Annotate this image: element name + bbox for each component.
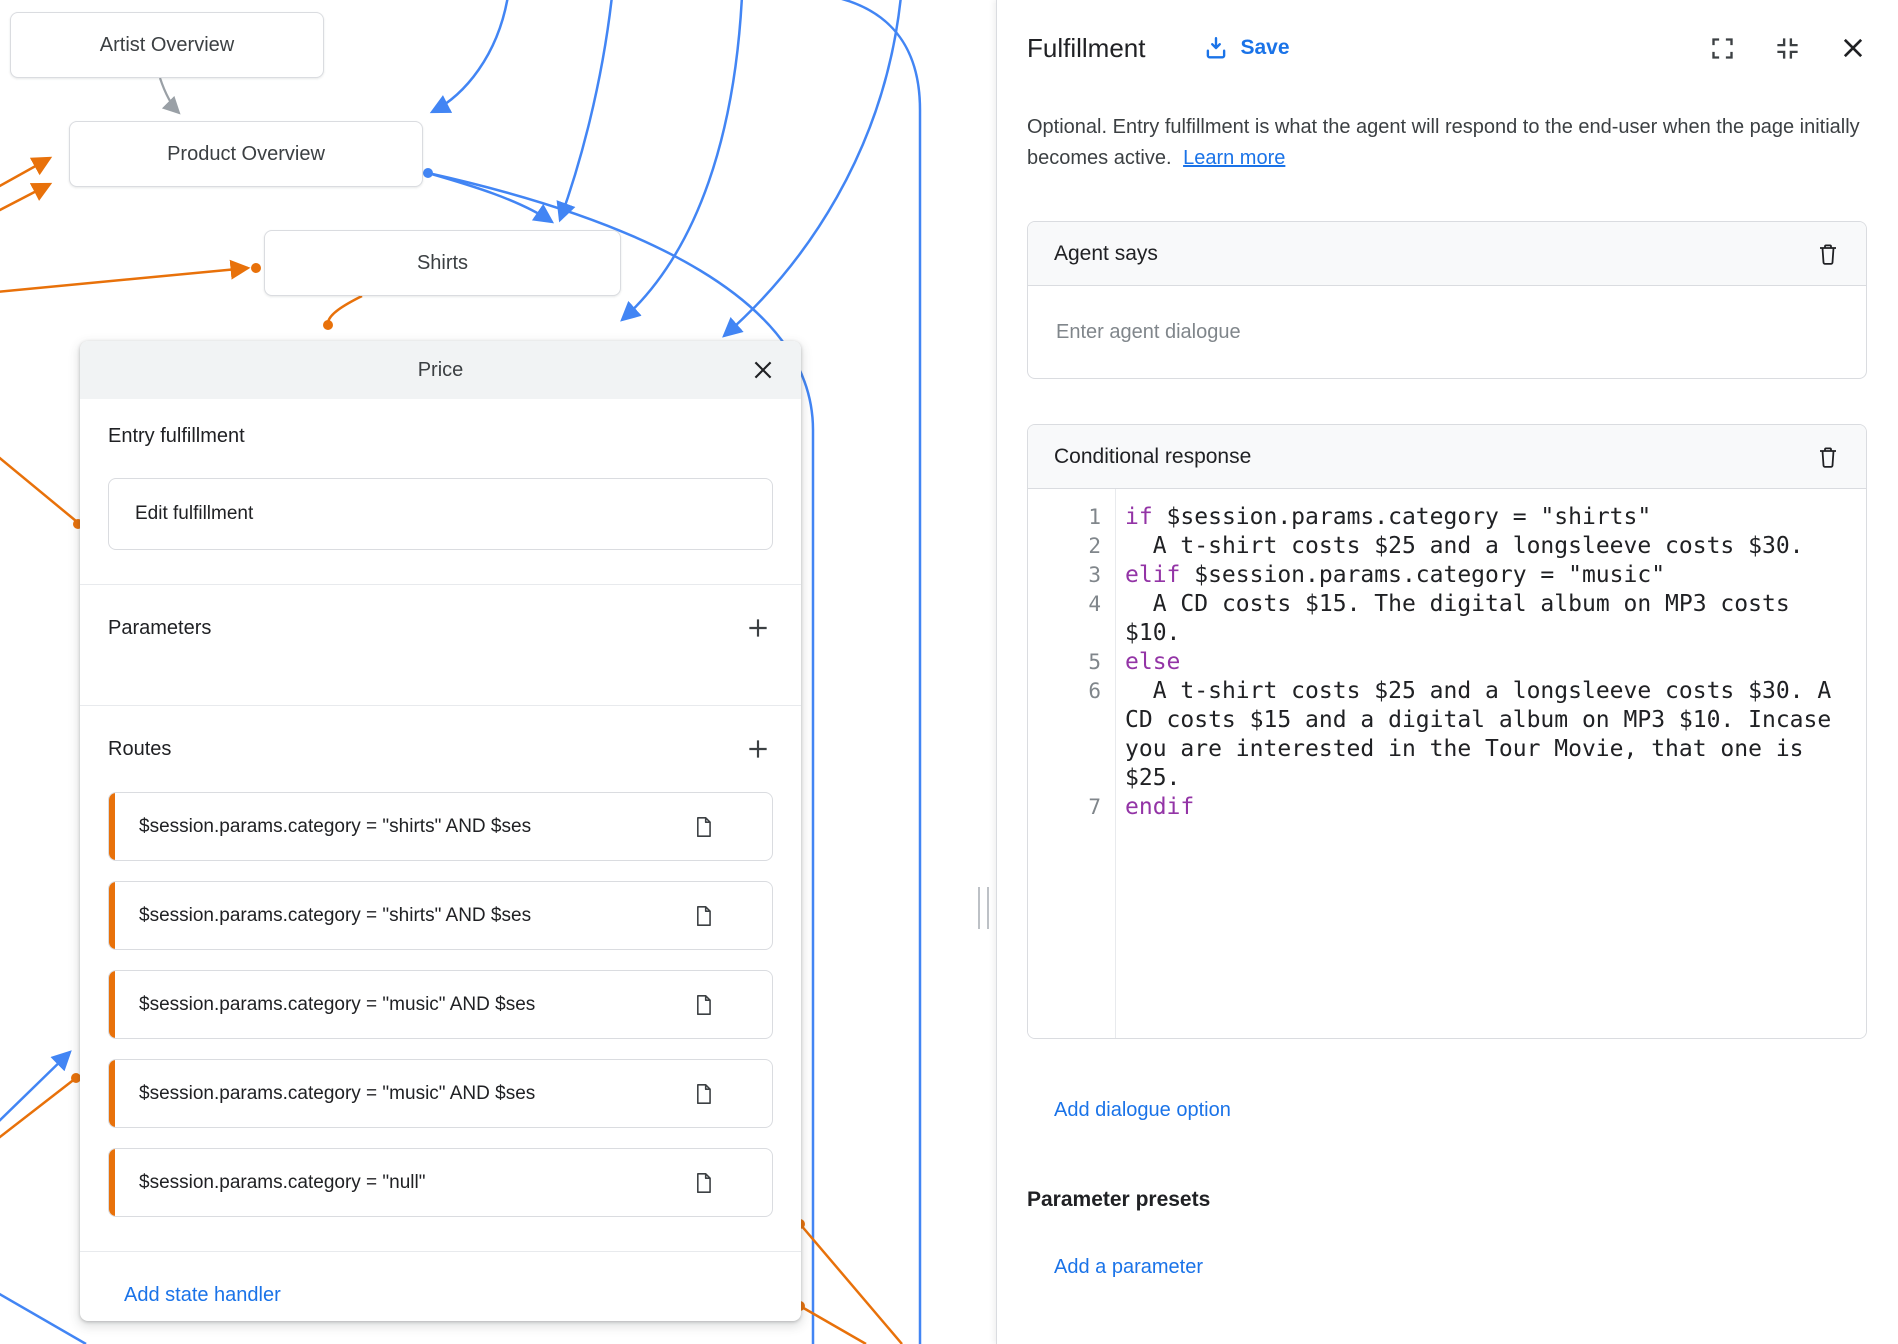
panel-description: Optional. Entry fulfillment is what the … <box>1027 112 1867 174</box>
route-item[interactable]: $session.params.category = "shirts" AND … <box>108 881 773 950</box>
agent-says-title: Agent says <box>1054 242 1158 266</box>
code-text: A CD costs $15. The digital album on MP3… <box>1115 590 1866 648</box>
expand-icon[interactable] <box>1709 35 1736 62</box>
agent-dialogue-input[interactable] <box>1054 320 1840 345</box>
parameter-presets-heading: Parameter presets <box>1027 1188 1867 1212</box>
flow-node-artist-overview[interactable]: Artist Overview <box>10 12 324 78</box>
node-label: Shirts <box>417 252 468 275</box>
route-list: $session.params.category = "shirts" AND … <box>108 792 773 1217</box>
code-line[interactable]: 5else <box>1028 648 1866 677</box>
code-line[interactable]: 3elif $session.params.category = "music" <box>1028 561 1866 590</box>
code-line[interactable]: 1if $session.params.category = "shirts" <box>1028 503 1866 532</box>
delete-agent-says-icon[interactable] <box>1816 241 1840 267</box>
entry-fulfillment-label: Entry fulfillment <box>108 425 773 448</box>
flow-canvas[interactable]: Artist Overview Product Overview Shirts … <box>0 0 996 1344</box>
route-condition: $session.params.category = "music" AND $… <box>139 1083 535 1105</box>
code-text: endif <box>1115 793 1866 822</box>
fulfillment-panel: Fulfillment Save Optional. Entr <box>996 0 1898 1344</box>
page-icon[interactable] <box>693 1082 714 1106</box>
code-text: elif $session.params.category = "music" <box>1115 561 1866 590</box>
divider <box>80 1251 801 1252</box>
route-item[interactable]: $session.params.category = "music" AND $… <box>108 970 773 1039</box>
save-button[interactable]: Save <box>1203 35 1289 61</box>
delete-conditional-response-icon[interactable] <box>1816 444 1840 470</box>
add-route-plus-icon[interactable] <box>743 734 773 764</box>
panel-title: Fulfillment <box>1027 33 1145 64</box>
gutter-divider <box>1115 489 1116 1039</box>
learn-more-link[interactable]: Learn more <box>1183 147 1285 169</box>
route-condition: $session.params.category = "shirts" AND … <box>139 816 531 838</box>
line-number: 2 <box>1028 532 1115 561</box>
add-parameter-plus-icon[interactable] <box>743 613 773 643</box>
code-text: else <box>1115 648 1866 677</box>
code-text: A t-shirt costs $25 and a longsleeve cos… <box>1115 532 1866 561</box>
collapse-icon[interactable] <box>1774 35 1801 62</box>
code-line[interactable]: 2 A t-shirt costs $25 and a longsleeve c… <box>1028 532 1866 561</box>
add-a-parameter-link[interactable]: Add a parameter <box>1054 1256 1203 1279</box>
close-icon[interactable] <box>747 354 779 386</box>
close-panel-icon[interactable] <box>1839 34 1867 62</box>
conditional-response-card: Conditional response 1if $session.params… <box>1027 424 1867 1039</box>
parameters-label: Parameters <box>108 617 211 640</box>
add-dialogue-option-link[interactable]: Add dialogue option <box>1054 1099 1231 1122</box>
code-line[interactable]: 4 A CD costs $15. The digital album on M… <box>1028 590 1866 648</box>
fulfillment-panel-header: Fulfillment Save <box>1027 0 1867 96</box>
code-line[interactable]: 7endif <box>1028 793 1866 822</box>
page-icon[interactable] <box>693 904 714 928</box>
node-label: Product Overview <box>167 143 325 166</box>
save-icon <box>1203 35 1229 61</box>
line-number: 3 <box>1028 561 1115 590</box>
code-text: if $session.params.category = "shirts" <box>1115 503 1866 532</box>
route-condition: $session.params.category = "music" AND $… <box>139 994 535 1016</box>
agent-says-card: Agent says <box>1027 221 1867 379</box>
price-card-title: Price <box>418 359 464 382</box>
route-item[interactable]: $session.params.category = "shirts" AND … <box>108 792 773 861</box>
save-label: Save <box>1240 36 1289 60</box>
route-condition: $session.params.category = "null" <box>139 1172 426 1194</box>
description-text: Optional. Entry fulfillment is what the … <box>1027 116 1860 169</box>
line-number: 4 <box>1028 590 1115 648</box>
code-text: A t-shirt costs $25 and a longsleeve cos… <box>1115 677 1866 793</box>
add-state-handler-link[interactable]: Add state handler <box>124 1284 281 1307</box>
price-card-header: Price <box>80 341 801 399</box>
edit-fulfillment-button[interactable]: Edit fulfillment <box>108 478 773 550</box>
flow-node-shirts[interactable]: Shirts <box>264 230 621 296</box>
node-label: Artist Overview <box>100 34 234 57</box>
code-editor[interactable]: 1if $session.params.category = "shirts"2… <box>1028 489 1866 1039</box>
line-number: 1 <box>1028 503 1115 532</box>
route-item[interactable]: $session.params.category = "music" AND $… <box>108 1059 773 1128</box>
edit-fulfillment-label: Edit fulfillment <box>135 503 253 525</box>
pane-resize-handle[interactable] <box>978 887 989 929</box>
dialogflow-page-editor: Artist Overview Product Overview Shirts … <box>0 0 1898 1344</box>
page-icon[interactable] <box>693 993 714 1017</box>
code-line[interactable]: 6 A t-shirt costs $25 and a longsleeve c… <box>1028 677 1866 793</box>
route-condition: $session.params.category = "shirts" AND … <box>139 905 531 927</box>
flow-node-product-overview[interactable]: Product Overview <box>69 121 423 187</box>
conditional-response-title: Conditional response <box>1054 445 1251 469</box>
line-number: 7 <box>1028 793 1115 822</box>
page-icon[interactable] <box>693 815 714 839</box>
routes-label: Routes <box>108 738 171 761</box>
line-number: 5 <box>1028 648 1115 677</box>
price-page-card: Price Entry fulfillment Edit fulfillment… <box>80 341 801 1321</box>
line-number: 6 <box>1028 677 1115 793</box>
page-icon[interactable] <box>693 1171 714 1195</box>
route-item[interactable]: $session.params.category = "null" <box>108 1148 773 1217</box>
